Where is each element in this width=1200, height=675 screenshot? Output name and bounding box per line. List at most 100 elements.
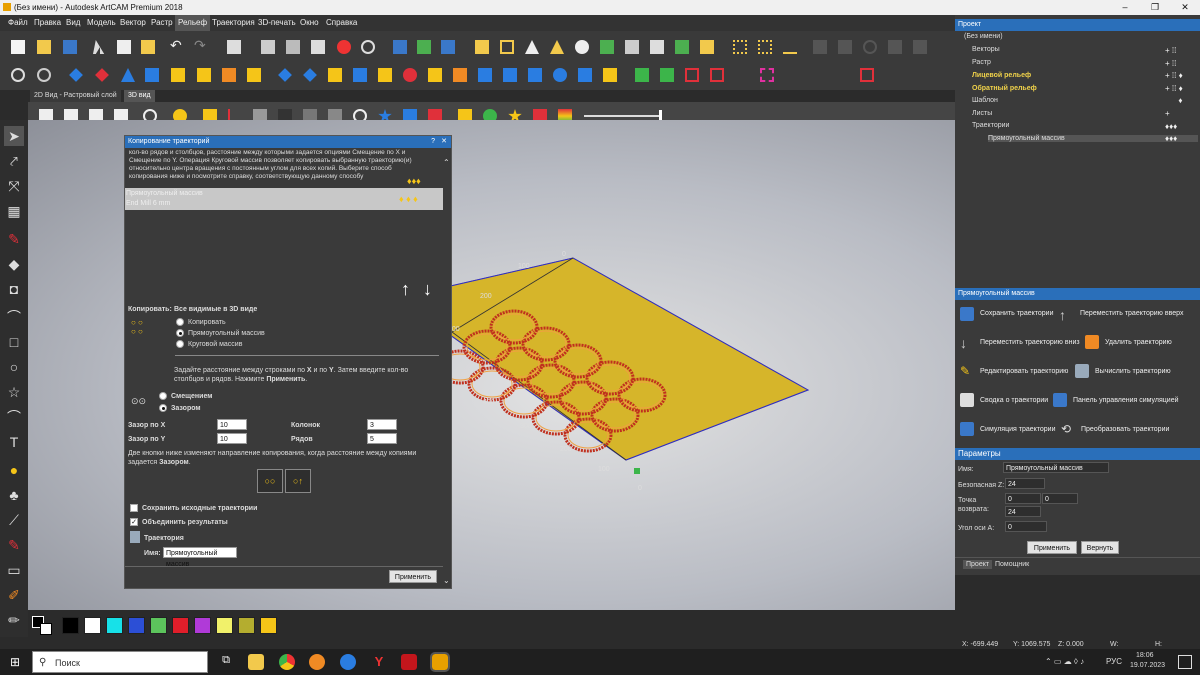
simulation-panel-icon[interactable] bbox=[1053, 393, 1067, 407]
menu-relief[interactable]: Рельеф bbox=[175, 15, 211, 31]
params-apply-button[interactable]: Применить bbox=[1027, 541, 1077, 554]
radio-offset[interactable] bbox=[159, 392, 167, 400]
paint-brush-icon[interactable]: ✐ bbox=[4, 585, 24, 605]
vector-tool-3-icon[interactable] bbox=[547, 37, 567, 57]
simulate-icon[interactable] bbox=[960, 422, 974, 436]
delete-bucket-icon[interactable] bbox=[1085, 335, 1099, 349]
vector-tool-7-icon[interactable] bbox=[647, 37, 667, 57]
copy-icon[interactable] bbox=[114, 37, 134, 57]
toolpath-list-item[interactable]: Прямоугольный массив End Mill 6 mm ♦ ♦ ♦ bbox=[125, 188, 443, 210]
menu-file[interactable]: Файл bbox=[8, 18, 28, 27]
action-save[interactable]: Сохранить траектории bbox=[980, 310, 1054, 317]
relief-shape-1-icon[interactable] bbox=[118, 65, 138, 85]
merge-results-checkbox[interactable]: ✓ bbox=[130, 518, 138, 526]
menu-raster[interactable]: Растр bbox=[151, 18, 173, 27]
spiral-icon[interactable] bbox=[34, 65, 54, 85]
radio-gap[interactable] bbox=[159, 404, 167, 412]
color-swatch[interactable] bbox=[128, 617, 145, 634]
pencil-icon[interactable]: ✏ bbox=[4, 610, 24, 630]
color-swatch[interactable] bbox=[194, 617, 211, 634]
move-up-icon[interactable]: ↑ bbox=[1059, 307, 1073, 323]
menu-view[interactable]: Вид bbox=[66, 18, 80, 27]
redo-icon[interactable]: ↷ bbox=[194, 37, 214, 57]
close-button[interactable]: ✕ bbox=[1170, 0, 1200, 15]
tree-toolpaths[interactable]: Траектории bbox=[972, 122, 1009, 129]
relief-layer-3-icon[interactable] bbox=[244, 65, 264, 85]
relief-blue-3-icon[interactable] bbox=[350, 65, 370, 85]
vector-tool-2-icon[interactable] bbox=[522, 37, 542, 57]
param-home-y-input[interactable]: 0 bbox=[1042, 493, 1078, 504]
pen-red-icon[interactable]: ✎ bbox=[4, 535, 24, 555]
param-home-z-input[interactable]: 24 bbox=[1005, 506, 1041, 517]
tree-template[interactable]: Шаблон bbox=[972, 97, 998, 104]
autodesk-icon[interactable] bbox=[401, 654, 417, 670]
node-tool-1-icon[interactable] bbox=[730, 37, 750, 57]
secondary-color-swatch[interactable] bbox=[40, 623, 52, 635]
menu-toolpath[interactable]: Траектория bbox=[212, 18, 255, 27]
app-icon-blue[interactable] bbox=[340, 654, 356, 670]
keep-original-checkbox[interactable] bbox=[130, 504, 138, 512]
menu-3dprint[interactable]: 3D-печать bbox=[258, 18, 296, 27]
action-edit[interactable]: Редактировать траекторию bbox=[980, 368, 1068, 375]
scroll-down-icon[interactable]: ⌄ bbox=[443, 576, 451, 585]
relief-layer-1-icon[interactable] bbox=[194, 65, 214, 85]
hook-icon[interactable] bbox=[334, 37, 354, 57]
tree-vectors[interactable]: Векторы bbox=[972, 46, 1000, 53]
polyline-icon[interactable]: ⌒ bbox=[4, 307, 24, 327]
color-swatch[interactable] bbox=[62, 617, 79, 634]
save-toolpaths-icon[interactable] bbox=[960, 307, 974, 321]
relief-red-1-icon[interactable] bbox=[400, 65, 420, 85]
sculpt-icon[interactable]: ⟋ bbox=[4, 510, 24, 530]
relief-tool-3-icon[interactable] bbox=[438, 37, 458, 57]
pencil-red-icon[interactable]: ✎ bbox=[4, 229, 24, 249]
yandex-icon[interactable]: Y bbox=[371, 654, 387, 670]
relief-orange-icon[interactable] bbox=[450, 65, 470, 85]
tree-root[interactable]: (Без имени) bbox=[964, 33, 1003, 40]
relief-blue-8-icon[interactable] bbox=[575, 65, 595, 85]
relief-layer-2-icon[interactable] bbox=[219, 65, 239, 85]
scale-icon[interactable] bbox=[358, 37, 378, 57]
color-swatch[interactable] bbox=[172, 617, 189, 634]
relief-shape-2-icon[interactable] bbox=[142, 65, 162, 85]
relief-yellow-3-icon[interactable] bbox=[425, 65, 445, 85]
vector-tool-8-icon[interactable] bbox=[672, 37, 692, 57]
relief-blue-4-icon[interactable] bbox=[475, 65, 495, 85]
select-arrow-icon[interactable]: ➤ bbox=[4, 126, 24, 146]
relief-yellow-2-icon[interactable] bbox=[375, 65, 395, 85]
dialog-close-button[interactable]: ✕ bbox=[441, 136, 447, 148]
radio-circular-array[interactable] bbox=[176, 340, 184, 348]
vector-tool-6-icon[interactable] bbox=[622, 37, 642, 57]
menu-help[interactable]: Справка bbox=[326, 18, 357, 27]
menu-edit[interactable]: Правка bbox=[34, 18, 61, 27]
firefox-icon[interactable] bbox=[309, 654, 325, 670]
eraser-icon[interactable]: ◆ bbox=[4, 254, 24, 274]
tab-assistant[interactable]: Помощник bbox=[995, 560, 1029, 569]
new-file-icon[interactable] bbox=[8, 37, 28, 57]
chrome-icon[interactable] bbox=[279, 654, 295, 670]
transform-icon[interactable]: ⤧ bbox=[4, 176, 24, 196]
star-icon[interactable]: ☆ bbox=[4, 382, 24, 402]
node-edit-icon[interactable]: ⤤ bbox=[4, 151, 24, 171]
name-input[interactable]: Прямоугольный массив bbox=[163, 547, 237, 568]
align-icon[interactable] bbox=[283, 37, 303, 57]
windows-start-icon[interactable]: ⊞ bbox=[10, 656, 22, 668]
action-delete[interactable]: Удалить траекторию bbox=[1105, 339, 1172, 346]
apply-button[interactable]: Применить bbox=[389, 570, 437, 583]
transparency-slider[interactable] bbox=[584, 115, 662, 117]
relief-blue-1-icon[interactable] bbox=[275, 65, 295, 85]
relief-blue-2-icon[interactable] bbox=[300, 65, 320, 85]
notifications-icon[interactable] bbox=[1178, 655, 1192, 669]
menu-vector[interactable]: Вектор bbox=[120, 18, 146, 27]
grid-tool-icon[interactable]: ▦ bbox=[4, 201, 24, 221]
action-transform[interactable]: Преобразовать траектории bbox=[1081, 426, 1169, 433]
color-swatch[interactable] bbox=[84, 617, 101, 634]
target-red-icon[interactable] bbox=[857, 65, 877, 85]
rows-input[interactable]: 5 bbox=[367, 433, 397, 444]
relief-blue-6-icon[interactable] bbox=[525, 65, 545, 85]
move-down-icon[interactable]: ↓ bbox=[960, 335, 974, 351]
relief-yellow-4-icon[interactable] bbox=[600, 65, 620, 85]
circle-icon[interactable]: ○ bbox=[4, 357, 24, 377]
relief-tool-1-icon[interactable] bbox=[390, 37, 410, 57]
drop-icon[interactable]: ● bbox=[4, 460, 24, 480]
gap-y-input[interactable]: 10 bbox=[217, 433, 247, 444]
